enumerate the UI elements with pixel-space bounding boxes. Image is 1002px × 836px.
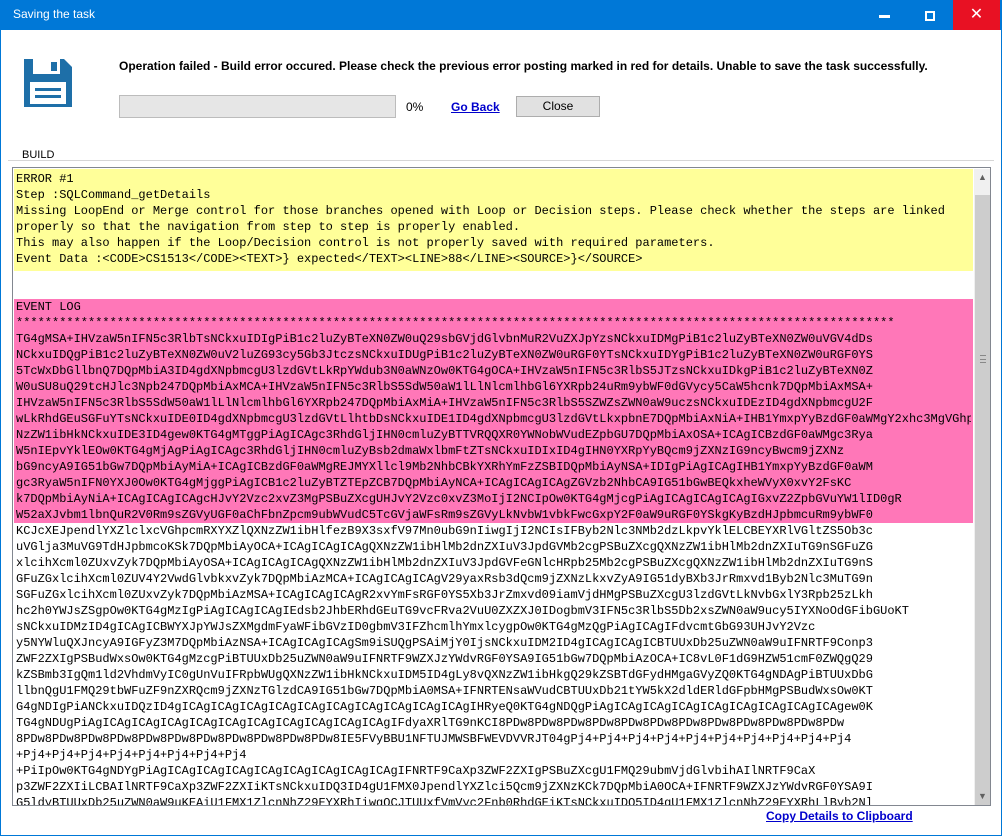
event-log-line: TG4gNDUgPiAgICAgICAgICAgICAgICAgICAgICAg… xyxy=(16,716,845,730)
event-log-line: NCkxuIDQgPiB1c2luZyBTeXN0ZW0uV2luZG93cy5… xyxy=(16,348,873,362)
event-log-line: KCJcXEJpendlYXZlclxcVGhpcmRXYXZlQXNzZW1i… xyxy=(16,524,873,538)
event-log-line: SGFuZGxlcihXcml0ZUxvZyk7DQpMbiAzMSA+ICAg… xyxy=(16,588,873,602)
maximize-icon xyxy=(925,11,935,22)
build-log-content: ERROR #1 Step :SQLCommand_getDetails Mis… xyxy=(14,169,973,805)
progress-bar xyxy=(119,95,396,118)
maximize-button[interactable] xyxy=(907,0,953,30)
error-description: Missing LoopEnd or Merge control for tho… xyxy=(16,204,945,234)
close-window-button[interactable]: ✕ xyxy=(953,0,1000,30)
go-back-link[interactable]: Go Back xyxy=(451,100,500,114)
minimize-button[interactable] xyxy=(861,0,907,30)
event-log-stars: ****************************************… xyxy=(16,316,895,330)
error-event-data: Event Data :<CODE>CS1513</CODE><TEXT>} e… xyxy=(16,252,643,266)
scroll-down-icon[interactable]: ▼ xyxy=(974,788,990,805)
error-note: This may also happen if the Loop/Decisio… xyxy=(16,236,715,250)
close-icon: ✕ xyxy=(969,6,984,23)
scroll-thumb[interactable] xyxy=(975,195,990,805)
error-step: Step :SQLCommand_getDetails xyxy=(16,188,211,202)
event-log-line: uVGlja3MuVG9TdHJpbmcoKSk7DQpMbiAyOCA+ICA… xyxy=(16,540,873,554)
event-log-line: k7DQpMbiAyNiA+ICAgICAgICAgcHJvY2Vzc2xvZ3… xyxy=(16,492,902,506)
floppy-disk-icon xyxy=(24,59,72,107)
event-log-line: y5NYWluQXJncyA9IGFyZ3M7DQpMbiAzNSA+ICAgI… xyxy=(16,636,873,650)
copy-details-link[interactable]: Copy Details to Clipboard xyxy=(766,809,913,823)
event-log-line: hc2h0YWJsZSgpOw0KTG4gMzIgPiAgICAgICAgIEd… xyxy=(16,604,909,618)
event-log-line: xlcihXcml0ZUxvZyk7DQpMbiAyOSA+ICAgICAgIC… xyxy=(16,556,873,570)
event-log-highlighted: TG4gMSA+IHVzaW5nIFN5c3RlbTsNCkxuIDIgPiB1… xyxy=(16,331,971,523)
error-block: ERROR #1 Step :SQLCommand_getDetails Mis… xyxy=(14,169,973,271)
event-log-line: W52aXJvbm1lbnQuR2V0Rm9sZGVyUGF0aChFbnZpc… xyxy=(16,508,873,522)
event-log-line: G5ldyBTUUxDb25uZWN0aW9uKEAiU1FMX1ZlcnNhZ… xyxy=(16,796,873,805)
event-log-line: G4gNDIgPiANCkxuIDQzID4gICAgICAgICAgICAgI… xyxy=(16,700,873,714)
event-log-block: EVENT LOG ******************************… xyxy=(14,299,973,523)
event-log-line: +PiIpOw0KTG4gNDYgPiAgICAgICAgICAgICAgICA… xyxy=(16,764,816,778)
close-button[interactable]: Close xyxy=(516,96,600,117)
status-message: Operation failed - Build error occured. … xyxy=(119,59,928,73)
event-log-line: gc3RyaW5nIFN0YXJ0Ow0KTG4gMjggPiAgICB1c2l… xyxy=(16,476,852,490)
event-log-line: TG4gMSA+IHVzaW5nIFN5c3RlbTsNCkxuIDIgPiB1… xyxy=(16,332,873,346)
event-log-line: ZWF2ZXIgPSBudWxsOw0KTG4gMzcgPiBTUUxDb25u… xyxy=(16,652,873,666)
progress-percent: 0% xyxy=(406,100,424,114)
event-log-line: bG9ncyA9IG51bGw7DQpMbiAyMiA+ICAgICBzdGF0… xyxy=(16,460,873,474)
title-bar: Saving the task ✕ xyxy=(0,0,1002,30)
grip-icon xyxy=(980,355,986,363)
event-log-line: wLkRhdGEuSGFuYTsNCkxuIDE0ID4gdXNpbmcgU3l… xyxy=(16,412,971,426)
vertical-scrollbar[interactable]: ▲ ▼ xyxy=(974,169,990,805)
minimize-icon xyxy=(878,14,890,18)
event-log-line: NzZW1ibHkNCkxuIDE3ID4gew0KTG4gMTggPiAgIC… xyxy=(16,428,873,442)
divider xyxy=(8,160,994,161)
error-heading: ERROR #1 xyxy=(16,172,74,186)
event-log-line: W0uSU8uQ29tcHJlc3Npb247DQpMbiAxMCA+IHVza… xyxy=(16,380,873,394)
event-log-line: sNCkxuIDMzID4gICAgICBWYXJpYWJsZXMgdmFyaW… xyxy=(16,620,816,634)
event-log-line: GFuZGxlcihXcml0ZUV4Y2VwdGlvbkxvZyk7DQpMb… xyxy=(16,572,873,586)
event-log-line: llbnQgU1FMQ29tbWFuZF9nZXRQcm9jZXNzTGlzdC… xyxy=(16,684,873,698)
event-log-line: 8PDw8PDw8PDw8PDw8PDw8PDw8PDw8PDw8PDw8PDw… xyxy=(16,732,852,746)
build-log-box[interactable]: ERROR #1 Step :SQLCommand_getDetails Mis… xyxy=(12,167,991,806)
event-log-line: W5nIEpvYklEOw0KTG4gMjAgPiAgICAgc3RhdGljI… xyxy=(16,444,845,458)
event-log-line: p3ZWF2ZXIiLCBAIlNRTF9CaXp3ZWF2ZXIiKTsNCk… xyxy=(16,780,873,794)
event-log-heading: EVENT LOG xyxy=(16,300,81,314)
event-log-encoded: KCJcXEJpendlYXZlclxcVGhpcmRXYXZlQXNzZW1i… xyxy=(14,523,973,805)
scroll-up-icon[interactable]: ▲ xyxy=(974,169,990,186)
window-title: Saving the task xyxy=(13,7,96,21)
event-log-line: 5TcWxDbGllbnQ7DQpMbiA3ID4gdXNpbmcgU3lzdG… xyxy=(16,364,873,378)
event-log-line: kZSBmb3IgQm1ld2VhdmVyIC0gUnVuIFRpbWUgQXN… xyxy=(16,668,873,682)
event-log-line: IHVzaW5nIFN5c3RlbS5SdW50aW1lLlNlcmlhbGl6… xyxy=(16,396,873,410)
event-log-line: +Pj4+Pj4+Pj4+Pj4+Pj4+Pj4+Pj4+Pj4 xyxy=(16,748,247,762)
